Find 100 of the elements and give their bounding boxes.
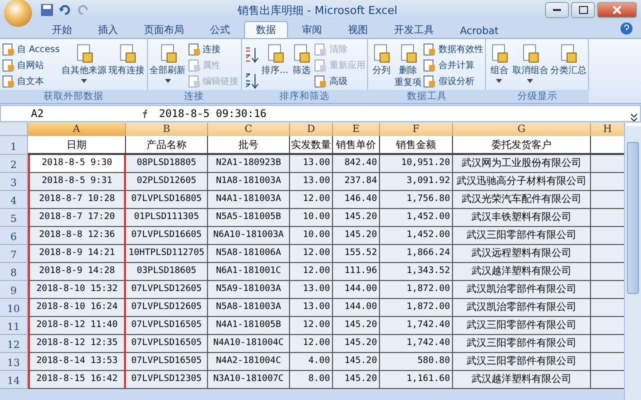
table-cell: 武汉越洋塑料有限公司: [453, 371, 591, 389]
ribbon-button[interactable]: 删除 重复项: [394, 42, 422, 89]
minimize-button[interactable]: [545, 2, 569, 18]
table-cell: 武汉丰铁塑料有限公司: [453, 209, 591, 227]
ribbon-tab[interactable]: Acrobat: [448, 24, 511, 38]
ribbon-tab[interactable]: 插入: [86, 21, 130, 38]
document-icon: [2, 75, 15, 88]
ribbon-button[interactable]: 自其他来源: [62, 42, 107, 83]
row-header[interactable]: 3: [0, 173, 28, 191]
table-cell: 111.96: [333, 263, 380, 281]
minimize-icon: [553, 8, 561, 12]
row-header[interactable]: 4: [0, 191, 28, 209]
table-cell: N2A1-180923B: [208, 155, 290, 173]
column-header[interactable]: B: [126, 123, 208, 136]
window-title: 销售出库明细 - Microsoft Excel: [236, 2, 398, 18]
row-header[interactable]: 11: [0, 317, 28, 335]
row-header[interactable]: 10: [0, 299, 28, 317]
ribbon-tab[interactable]: 开始: [40, 21, 84, 38]
table-cell: 武汉凯治零部件有限公司: [453, 281, 591, 299]
document-icon: [188, 75, 201, 88]
table-cell: 1,866.24: [380, 245, 453, 263]
column-header[interactable]: D: [290, 123, 333, 136]
column-header[interactable]: A: [28, 123, 126, 136]
row-header[interactable]: 12: [0, 335, 28, 353]
ribbon-tab[interactable]: 视图: [336, 21, 380, 38]
table-cell: 武汉越洋塑料有限公司: [453, 263, 591, 281]
row-header[interactable]: 13: [0, 353, 28, 371]
ribbon-tab[interactable]: 数据: [244, 21, 288, 38]
ribbon-button[interactable]: 筛选: [290, 42, 312, 77]
row-header[interactable]: 14: [0, 371, 28, 389]
document-icon: [314, 43, 328, 56]
table-cell: 13.00: [290, 173, 333, 191]
table-cell: 2018-8-12 12:35: [28, 335, 126, 353]
ribbon-button[interactable]: 全部刷新: [150, 42, 186, 83]
row-header[interactable]: 7: [0, 245, 28, 263]
ribbon-tab[interactable]: 开发工具: [382, 21, 446, 38]
table-cell: 07LVPLSD12605: [126, 281, 208, 299]
ribbon-button[interactable]: 假设分析: [423, 74, 484, 89]
ribbon-button[interactable]: 数据有效性: [423, 42, 484, 57]
table-cell: 03PLSD18605: [126, 263, 208, 281]
ribbon-button[interactable]: 排序...: [262, 42, 288, 77]
table-cell: 武汉迅驰高分子材料有限公司: [453, 173, 591, 191]
column-header[interactable]: F: [380, 123, 453, 136]
ribbon-button[interactable]: 现有连接: [108, 42, 145, 77]
column-title: 销售金额: [380, 136, 453, 155]
save-icon[interactable]: [40, 3, 54, 17]
row-header[interactable]: 5: [0, 209, 28, 227]
table-cell: 12.00: [290, 263, 333, 281]
column-header[interactable]: H: [591, 123, 625, 136]
document-icon: [423, 59, 436, 72]
row-header[interactable]: 6: [0, 227, 28, 245]
ribbon-button[interactable]: 分列: [370, 42, 392, 77]
ribbon-button[interactable]: 分类汇总: [550, 42, 586, 77]
table-cell: N5A9-181003A: [208, 281, 290, 299]
close-button[interactable]: [597, 2, 637, 18]
ribbon-button[interactable]: 连接: [188, 42, 239, 57]
table-cell: 武汉三阳零部件有限公司: [453, 335, 591, 353]
table-cell: 2018-8-8 12:36: [28, 227, 126, 245]
ribbon-tab[interactable]: 审阅: [290, 21, 334, 38]
column-header[interactable]: G: [453, 123, 591, 136]
row-header[interactable]: 1: [0, 136, 28, 155]
row-header[interactable]: 8: [0, 263, 28, 281]
ribbon-button[interactable]: 取消组合: [512, 42, 548, 83]
column-header[interactable]: E: [333, 123, 380, 136]
sort-descending-icon[interactable]: [244, 72, 260, 90]
table-cell: 07LVPLSD16605: [126, 227, 208, 245]
table-cell: 1,452.00: [380, 209, 453, 227]
sort-ascending-icon[interactable]: [244, 46, 260, 64]
ribbon-tab[interactable]: 页面布局: [132, 21, 196, 38]
ribbon-button[interactable]: 合并计算: [423, 58, 484, 73]
group-label: 分级显示: [485, 90, 590, 103]
table-cell: 2018-8-10 16:24: [28, 299, 126, 317]
table-cell: 155.52: [333, 245, 380, 263]
row-header[interactable]: 2: [0, 155, 28, 173]
help-icon[interactable]: [620, 22, 633, 35]
table-cell: 145.20: [333, 209, 380, 227]
ribbon-button[interactable]: 高级: [314, 74, 366, 89]
column-header[interactable]: C: [208, 123, 290, 136]
table-cell: 1,161.60: [380, 371, 453, 389]
table-cell: 145.20: [333, 227, 380, 245]
ribbon-button[interactable]: 自文本: [2, 74, 60, 89]
ribbon-button[interactable]: 自网站: [2, 58, 60, 73]
table-cell: N1A8-181003A: [208, 173, 290, 191]
ribbon-button[interactable]: 组合: [488, 42, 510, 83]
row-header[interactable]: 9: [0, 281, 28, 299]
table-cell: 580.80: [380, 353, 453, 371]
table-cell: N5A5-181005B: [208, 209, 290, 227]
column-title: 实发数量: [290, 136, 333, 155]
table-cell: 武汉远程塑料有限公司: [453, 245, 591, 263]
group-label: 数据工具: [367, 90, 486, 103]
ribbon-tab[interactable]: 公式: [198, 21, 242, 38]
undo-icon[interactable]: [58, 3, 72, 17]
table-cell: N6A10-181003A: [208, 227, 290, 245]
vertical-scrollbar[interactable]: [624, 126, 641, 400]
table-cell: N6A1-181001C: [208, 263, 290, 281]
table-cell: N4A1-181003A: [208, 191, 290, 209]
maximize-button[interactable]: [571, 2, 595, 18]
ribbon-button[interactable]: 自 Access: [2, 42, 60, 57]
table-cell: 2018-8-9 14:28: [28, 263, 126, 281]
table-cell: N5A8-181003A: [208, 299, 290, 317]
